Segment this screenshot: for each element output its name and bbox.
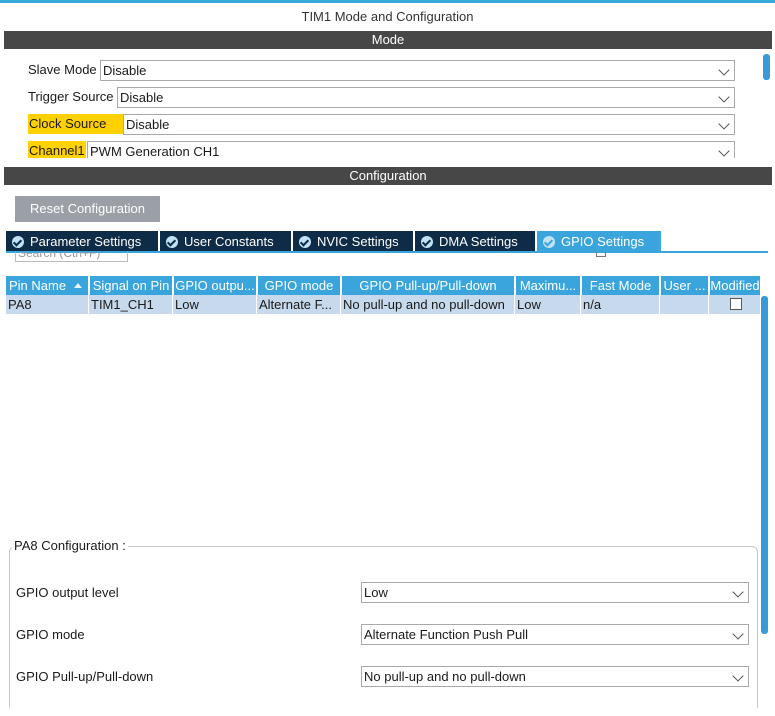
- clock-source-value: Disable: [126, 117, 170, 132]
- trigger-source-value: Disable: [120, 90, 164, 105]
- cell-max-speed: Low: [514, 295, 582, 314]
- cell-pin-name: PA8: [8, 297, 32, 312]
- gpio-output-level-value: Low: [364, 585, 388, 600]
- cell-gpio-mode: Alternate F...: [256, 295, 340, 314]
- slave-mode-select[interactable]: Disable: [100, 60, 735, 81]
- chevron-down-icon: [718, 118, 730, 130]
- trigger-source-label: Trigger Source: [28, 89, 114, 104]
- column-header-label: Pin Name: [9, 278, 67, 293]
- channel1-value: PWM Generation CH1: [90, 144, 220, 158]
- gpio-grid-header: Pin Name Signal on Pin GPIO outpu... GPI…: [6, 276, 760, 295]
- config-tabs: Parameter Settings User Constants NVIC S…: [6, 231, 768, 252]
- tab-label: User Constants: [184, 234, 274, 249]
- pin-config-legend: PA8 Configuration :: [12, 538, 128, 554]
- gpio-output-level-select[interactable]: Low: [361, 582, 749, 603]
- configuration-section-header: Configuration: [4, 167, 772, 185]
- trigger-source-select[interactable]: Disable: [117, 87, 735, 108]
- slave-mode-value: Disable: [103, 63, 147, 78]
- panel-divider[interactable]: [0, 158, 775, 166]
- clock-source-label: Clock Source: [28, 114, 123, 134]
- mode-section-header: Mode: [4, 31, 772, 49]
- trigger-source-row: Trigger Source Disable: [28, 87, 735, 108]
- reset-configuration-button[interactable]: Reset Configuration: [15, 196, 160, 222]
- mode-scrollbar-thumb[interactable]: [763, 54, 770, 80]
- cell-signal: TIM1_CH1: [88, 295, 172, 314]
- check-circle-icon: [421, 236, 433, 248]
- cell-pull: No pull-up and no pull-down: [340, 295, 516, 314]
- window-title: TIM1 Mode and Configuration: [301, 9, 474, 24]
- table-row[interactable]: PA8 TIM1_CH1 Low Alternate F... No pull-…: [6, 295, 760, 314]
- chevron-down-icon: [732, 628, 744, 640]
- tab-label: NVIC Settings: [317, 234, 399, 249]
- gpio-pull-select[interactable]: No pull-up and no pull-down: [361, 666, 749, 687]
- cell-modified: [708, 295, 760, 314]
- check-circle-icon: [543, 236, 555, 248]
- column-header-pin-name[interactable]: Pin Name: [6, 276, 88, 295]
- tab-parameter-settings[interactable]: Parameter Settings: [6, 231, 158, 252]
- column-header-output-level[interactable]: GPIO outpu...: [174, 276, 256, 295]
- search-input[interactable]: Search (Ctrl+F): [15, 252, 128, 262]
- check-circle-icon: [12, 236, 24, 248]
- column-header-max-speed[interactable]: Maximu...: [516, 276, 580, 295]
- slave-mode-row: Slave Mode Disable: [28, 60, 735, 81]
- gpio-pull-label: GPIO Pull-up/Pull-down: [16, 669, 154, 684]
- check-circle-icon: [299, 236, 311, 248]
- gpio-pull-value: No pull-up and no pull-down: [364, 669, 526, 684]
- column-header-modified[interactable]: Modified: [710, 276, 760, 295]
- channel1-row: Channel1 PWM Generation CH1: [28, 141, 735, 158]
- filter-checkbox[interactable]: [596, 252, 606, 257]
- chevron-down-icon: [732, 586, 744, 598]
- tab-label: DMA Settings: [439, 234, 518, 249]
- channel1-label: Channel1: [28, 141, 86, 158]
- chevron-down-icon: [732, 670, 744, 682]
- sort-ascending-icon: [74, 283, 82, 288]
- cell-output-level: Low: [172, 295, 256, 314]
- gpio-mode-value: Alternate Function Push Pull: [364, 627, 529, 642]
- search-placeholder: Search (Ctrl+F): [18, 252, 101, 260]
- column-header-signal[interactable]: Signal on Pin: [90, 276, 172, 295]
- window-bottom-edge: [0, 708, 775, 716]
- chevron-down-icon: [718, 91, 730, 103]
- gpio-mode-label: GPIO mode: [16, 627, 85, 642]
- grid-scrollbar-thumb[interactable]: [761, 296, 768, 634]
- tab-user-constants[interactable]: User Constants: [160, 231, 291, 252]
- slave-mode-label: Slave Mode: [28, 62, 97, 77]
- chevron-down-icon: [718, 145, 730, 157]
- clock-source-select[interactable]: Disable: [123, 114, 735, 135]
- tab-label: Parameter Settings: [30, 234, 142, 249]
- gpio-mode-select[interactable]: Alternate Function Push Pull: [361, 624, 749, 645]
- chevron-down-icon: [718, 64, 730, 76]
- column-header-fast-mode[interactable]: Fast Mode: [582, 276, 659, 295]
- cell-fast-mode: n/a: [580, 295, 659, 314]
- channel1-select[interactable]: PWM Generation CH1: [87, 141, 735, 158]
- clock-source-row: Clock Source Disable: [28, 114, 735, 135]
- column-header-user-label[interactable]: User ...: [661, 276, 708, 295]
- tab-dma-settings[interactable]: DMA Settings: [415, 231, 535, 252]
- tab-nvic-settings[interactable]: NVIC Settings: [293, 231, 413, 252]
- modified-checkbox[interactable]: [730, 298, 742, 310]
- cell-user-label: [659, 295, 708, 314]
- gpio-output-level-label: GPIO output level: [16, 585, 119, 600]
- column-header-gpio-mode[interactable]: GPIO mode: [258, 276, 340, 295]
- tab-label: GPIO Settings: [561, 234, 645, 249]
- column-header-pull[interactable]: GPIO Pull-up/Pull-down: [342, 276, 514, 295]
- check-circle-icon: [166, 236, 178, 248]
- tab-gpio-settings[interactable]: GPIO Settings: [537, 231, 661, 252]
